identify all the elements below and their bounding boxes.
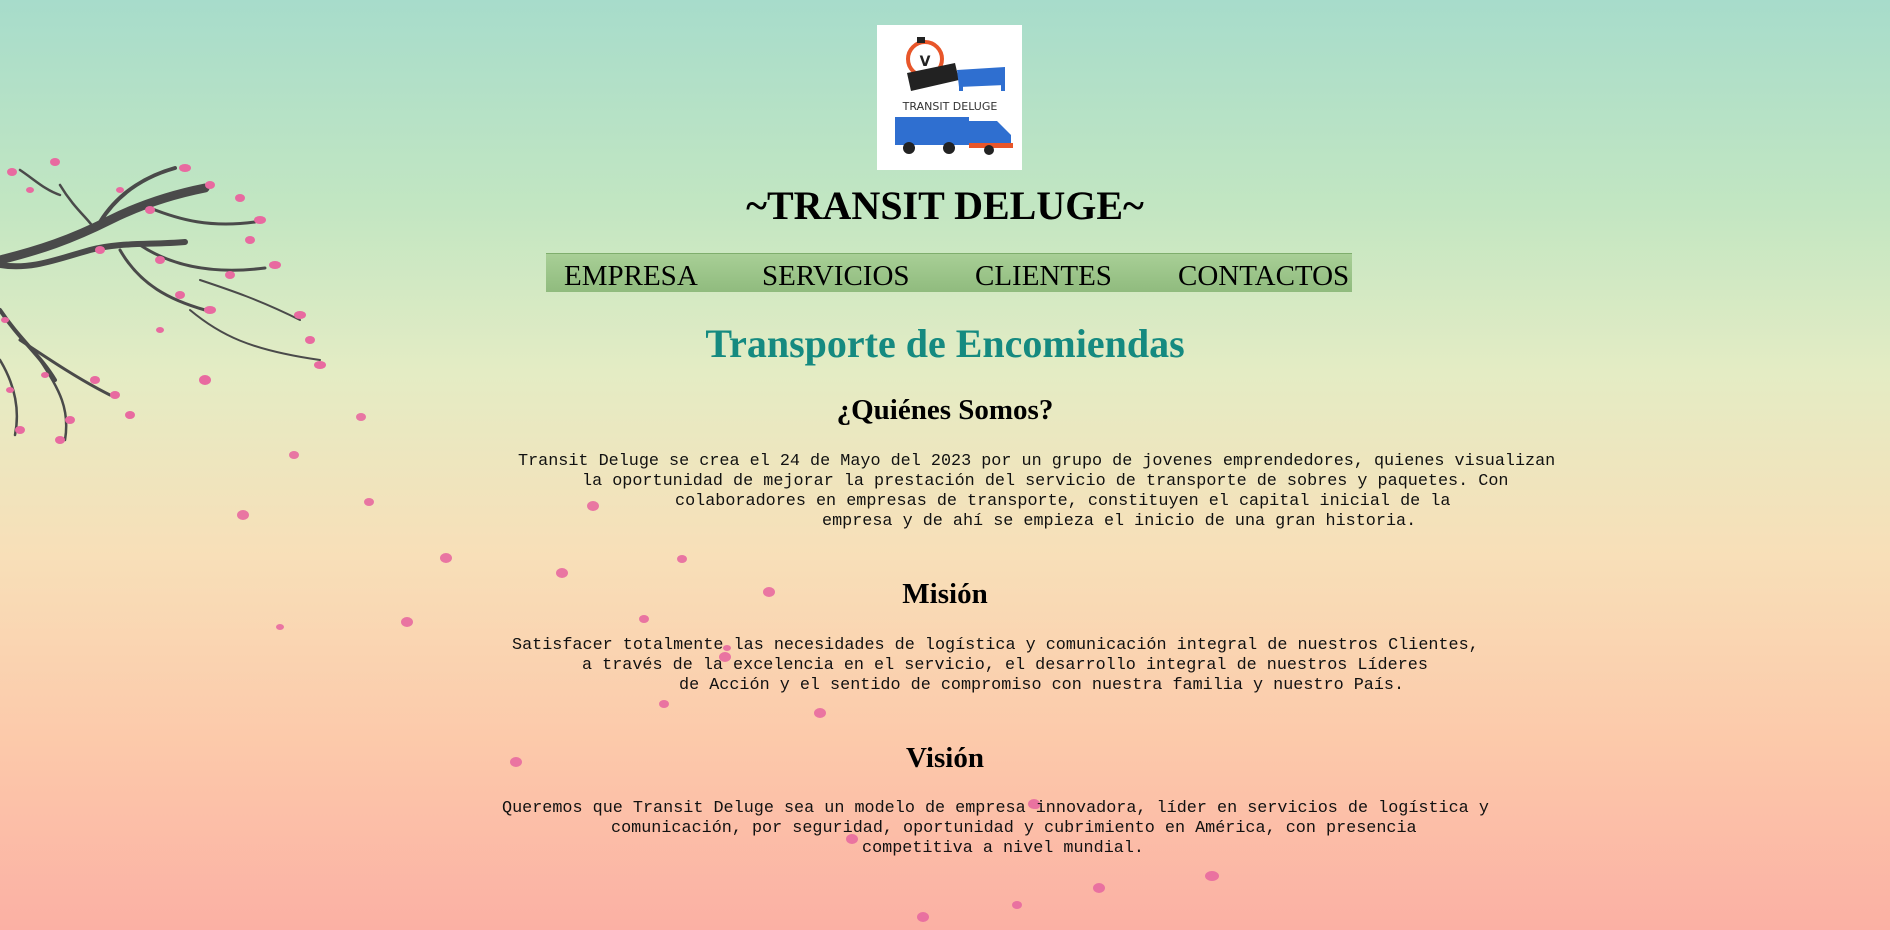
nav-item-clientes[interactable]: CLIENTES	[975, 258, 1112, 294]
quienes-somos-line-2: la oportunidad de mejorar la prestación …	[582, 472, 1509, 491]
mision-line-3: de Acción y el sentido de compromiso con…	[679, 676, 1405, 695]
nav-item-contactos[interactable]: CONTACTOS	[1178, 258, 1349, 294]
mision-line-1: Satisfacer totalmente las necesidades de…	[512, 636, 1479, 655]
section-title-quienes-somos: ¿Quiénes Somos?	[836, 394, 1054, 426]
quienes-somos-line-3: colaboradores en empresas de transporte,…	[675, 492, 1451, 511]
mision-line-2: a través de la excelencia en el servicio…	[582, 656, 1428, 675]
nav-item-servicios[interactable]: SERVICIOS	[762, 258, 910, 294]
vision-line-3: competitiva a nivel mundial.	[862, 839, 1144, 858]
logo-illustration-icon: V TRANSIT DELUGE	[895, 37, 1013, 155]
main-heading: Transporte de Encomiendas	[705, 321, 1185, 366]
vision-line-1: Queremos que Transit Deluge sea un model…	[502, 799, 1489, 818]
main-nav: EMPRESA SERVICIOS CLIENTES CONTACTOS	[546, 253, 1352, 292]
section-title-mision: Misión	[902, 578, 988, 610]
quienes-somos-line-1: Transit Deluge se crea el 24 de Mayo del…	[518, 452, 1556, 471]
transit-deluge-logo[interactable]: V TRANSIT DELUGE	[877, 25, 1022, 170]
site-title: ~TRANSIT DELUGE~	[746, 183, 1144, 228]
nav-item-empresa[interactable]: EMPRESA	[564, 258, 698, 294]
svg-text:V: V	[920, 54, 931, 70]
quienes-somos-line-4: empresa y de ahí se empieza el inicio de…	[822, 512, 1417, 531]
logo-text: TRANSIT DELUGE	[902, 100, 998, 113]
vision-line-2: comunicación, por seguridad, oportunidad…	[611, 819, 1417, 838]
section-title-vision: Visión	[906, 742, 984, 774]
